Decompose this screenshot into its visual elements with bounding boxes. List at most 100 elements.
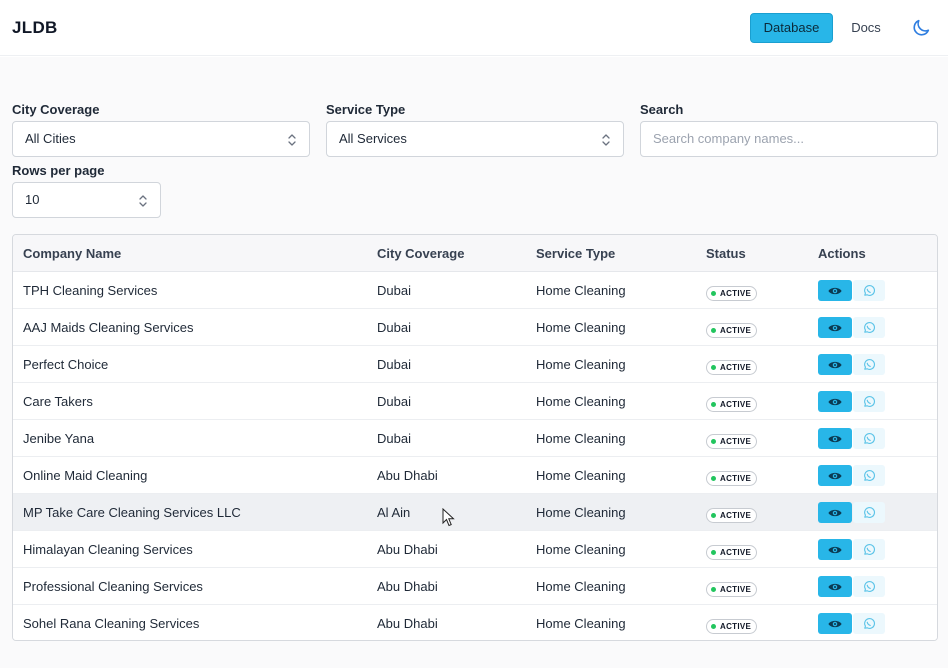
whatsapp-button[interactable]	[853, 391, 885, 412]
chevron-up-down-icon	[288, 134, 296, 146]
moon-icon	[913, 19, 930, 36]
whatsapp-button[interactable]	[853, 539, 885, 560]
whatsapp-button[interactable]	[853, 428, 885, 449]
company-name-cell: Professional Cleaning Services	[23, 579, 203, 594]
column-header-status[interactable]: Status	[706, 246, 746, 261]
column-header-service[interactable]: Service Type	[536, 246, 615, 261]
table-row[interactable]: Perfect Choice Dubai Home Cleaning ACTIVE	[13, 346, 937, 383]
whatsapp-button[interactable]	[853, 576, 885, 597]
view-button[interactable]	[818, 317, 852, 338]
company-name-cell: Care Takers	[23, 394, 93, 409]
chevron-up-down-icon	[139, 195, 147, 207]
eye-icon	[828, 287, 842, 294]
whatsapp-button[interactable]	[853, 317, 885, 338]
rows-per-page-value: 10	[25, 192, 40, 207]
city-coverage-select[interactable]: All Cities	[12, 121, 310, 157]
city-coverage-cell: Dubai	[377, 357, 411, 372]
city-coverage-cell: Abu Dhabi	[377, 616, 438, 631]
table-row[interactable]: Himalayan Cleaning Services Abu Dhabi Home…	[13, 531, 937, 568]
status-text: ACTIVE	[720, 511, 752, 520]
status-badge: ACTIVE	[706, 471, 758, 486]
view-button[interactable]	[818, 539, 852, 560]
table-row[interactable]: Sohel Rana Cleaning Services Abu Dhabi Hom…	[13, 605, 937, 640]
table-row[interactable]: Care Takers Dubai Home Cleaning ACTIVE	[13, 383, 937, 420]
city-coverage-label: City Coverage	[12, 102, 100, 117]
whatsapp-button[interactable]	[853, 280, 885, 301]
status-dot-icon	[711, 513, 716, 518]
view-button[interactable]	[818, 354, 852, 375]
company-name-cell: Perfect Choice	[23, 357, 109, 372]
city-coverage-cell: Al Ain	[377, 505, 411, 520]
service-type-cell: Home Cleaning	[536, 357, 626, 372]
status-dot-icon	[711, 476, 716, 481]
status-dot-icon	[711, 328, 716, 333]
table-row[interactable]: Professional Cleaning Services Abu Dhabi H…	[13, 568, 937, 605]
city-coverage-cell: Dubai	[377, 320, 411, 335]
column-header-company[interactable]: Company Name	[23, 246, 121, 261]
nav-database-button[interactable]: Database	[750, 13, 833, 43]
whatsapp-icon	[864, 284, 876, 296]
service-type-cell: Home Cleaning	[536, 468, 626, 483]
app-brand[interactable]: JLDB	[12, 18, 58, 38]
rows-per-page-label: Rows per page	[12, 163, 105, 178]
whatsapp-button[interactable]	[853, 354, 885, 375]
status-dot-icon	[711, 402, 716, 407]
status-badge: ACTIVE	[706, 434, 758, 449]
theme-toggle-button[interactable]	[910, 17, 932, 39]
whatsapp-button[interactable]	[853, 613, 885, 634]
service-type-label: Service Type	[326, 102, 406, 117]
view-button[interactable]	[818, 280, 852, 301]
city-coverage-value: All Cities	[25, 131, 76, 146]
search-input[interactable]: Search company names...	[640, 121, 938, 157]
city-coverage-cell: Abu Dhabi	[377, 468, 438, 483]
whatsapp-icon	[864, 395, 876, 407]
view-button[interactable]	[818, 428, 852, 449]
eye-icon	[828, 583, 842, 590]
status-text: ACTIVE	[720, 474, 752, 483]
whatsapp-icon	[864, 543, 876, 555]
city-coverage-cell: Abu Dhabi	[377, 579, 438, 594]
table-row[interactable]: MP Take Care Cleaning Services LLC Al Ain…	[13, 494, 937, 531]
table-row[interactable]: Online Maid Cleaning Abu Dhabi Home Cleani…	[13, 457, 937, 494]
status-badge: ACTIVE	[706, 508, 758, 523]
whatsapp-button[interactable]	[853, 502, 885, 523]
rows-per-page-select[interactable]: 10	[12, 182, 161, 218]
view-button[interactable]	[818, 465, 852, 486]
service-type-select[interactable]: All Services	[326, 121, 624, 157]
status-text: ACTIVE	[720, 622, 752, 631]
service-type-cell: Home Cleaning	[536, 542, 626, 557]
status-dot-icon	[711, 365, 716, 370]
whatsapp-icon	[864, 321, 876, 333]
column-header-city[interactable]: City Coverage	[377, 246, 464, 261]
whatsapp-icon	[864, 506, 876, 518]
status-badge: ACTIVE	[706, 619, 758, 634]
view-button[interactable]	[818, 613, 852, 634]
whatsapp-icon	[864, 469, 876, 481]
whatsapp-button[interactable]	[853, 465, 885, 486]
service-type-cell: Home Cleaning	[536, 431, 626, 446]
city-coverage-cell: Abu Dhabi	[377, 542, 438, 557]
table-header: Company Name City Coverage Service Type …	[13, 235, 937, 272]
status-badge: ACTIVE	[706, 545, 758, 560]
company-name-cell: AAJ Maids Cleaning Services	[23, 320, 194, 335]
view-button[interactable]	[818, 576, 852, 597]
status-text: ACTIVE	[720, 400, 752, 409]
city-coverage-cell: Dubai	[377, 431, 411, 446]
eye-icon	[828, 324, 842, 331]
service-type-cell: Home Cleaning	[536, 320, 626, 335]
eye-icon	[828, 472, 842, 479]
status-badge: ACTIVE	[706, 397, 758, 412]
status-dot-icon	[711, 587, 716, 592]
status-dot-icon	[711, 624, 716, 629]
view-button[interactable]	[818, 391, 852, 412]
table-row[interactable]: Jenibe Yana Dubai Home Cleaning ACTIVE	[13, 420, 937, 457]
table-row[interactable]: AAJ Maids Cleaning Services Dubai Home Cle…	[13, 309, 937, 346]
nav-docs-link[interactable]: Docs	[840, 13, 892, 43]
table-row[interactable]: TPH Cleaning Services Dubai Home Cleaning A…	[13, 272, 937, 309]
eye-icon	[828, 620, 842, 627]
status-text: ACTIVE	[720, 585, 752, 594]
view-button[interactable]	[818, 502, 852, 523]
service-type-cell: Home Cleaning	[536, 505, 626, 520]
top-navbar: JLDB Database Docs	[0, 0, 948, 56]
status-badge: ACTIVE	[706, 323, 758, 338]
